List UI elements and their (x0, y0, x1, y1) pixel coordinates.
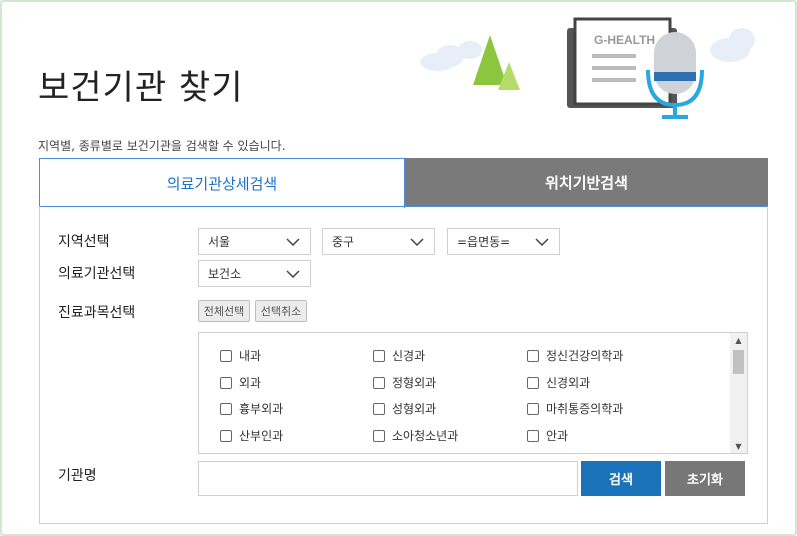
city-select-value: 서울 (208, 235, 231, 249)
district-select-value: 중구 (332, 235, 355, 249)
chevron-down-icon (286, 270, 300, 279)
department-label-text: 소아청소년과 (392, 429, 459, 443)
checkbox-icon (373, 376, 385, 389)
department-label-text: 신경외과 (546, 376, 591, 390)
scroll-up-icon[interactable]: ▲ (730, 333, 747, 347)
department-label-text: 외과 (239, 376, 262, 390)
department-checkbox[interactable]: 산부인과 (220, 427, 283, 444)
department-checkbox[interactable]: 외과 (220, 374, 261, 391)
chevron-down-icon (286, 238, 300, 247)
checkbox-icon (220, 349, 232, 362)
department-label-text: 성형외과 (392, 402, 437, 416)
department-label-text: 산부인과 (239, 429, 284, 443)
department-checkbox[interactable]: 소아청소년과 (373, 427, 458, 444)
chevron-down-icon (535, 238, 549, 247)
department-label-text: 정신건강의학과 (546, 349, 624, 363)
region-label: 지역선택 (58, 234, 110, 250)
reset-button[interactable]: 초기화 (665, 461, 745, 496)
department-checkbox[interactable]: 내과 (220, 347, 261, 364)
town-select-value: =읍면동= (457, 235, 511, 249)
department-label-text: 흉부외과 (239, 402, 284, 416)
chevron-down-icon (410, 238, 424, 247)
checkbox-icon (527, 376, 539, 389)
checkbox-icon (373, 429, 385, 442)
checkbox-icon (220, 429, 232, 442)
cloud-icon (710, 28, 755, 62)
tree-icon (473, 35, 520, 90)
department-checkbox[interactable]: 정신건강의학과 (527, 347, 623, 364)
department-label-text: 안과 (546, 429, 569, 443)
name-label: 기관명 (58, 468, 97, 484)
institution-type-select-value: 보건소 (208, 267, 242, 281)
checkbox-icon (527, 429, 539, 442)
g-health-text: G-HEALTH (594, 33, 655, 47)
checkbox-icon (527, 349, 539, 362)
page-title: 보건기관 찾기 (38, 68, 244, 108)
tab-detail-search[interactable]: 의료기관상세검색 (39, 158, 405, 208)
list-scrollbar[interactable]: ▲ ▼ (730, 333, 747, 453)
district-select[interactable]: 중구 (322, 228, 435, 255)
town-select[interactable]: =읍면동= (447, 228, 560, 255)
select-all-button[interactable]: 전체선택 (198, 300, 250, 322)
checkbox-icon (527, 402, 539, 415)
scroll-thumb[interactable] (733, 350, 744, 374)
institution-label: 의료기관선택 (58, 266, 136, 282)
department-checkbox[interactable]: 안과 (527, 427, 568, 444)
department-checkbox[interactable]: 신경외과 (527, 374, 590, 391)
scroll-down-icon[interactable]: ▼ (730, 439, 747, 453)
tab-location-search[interactable]: 위치기반검색 (405, 158, 768, 207)
institution-type-select[interactable]: 보건소 (198, 260, 311, 287)
department-checkbox[interactable]: 흉부외과 (220, 400, 283, 417)
department-list: 내과 신경과 정신건강의학과 외과 정형외과 신경외과 흉부외과 성형외과 마취… (198, 332, 748, 454)
department-checkbox[interactable]: 정형외과 (373, 374, 436, 391)
checkbox-icon (220, 376, 232, 389)
deselect-all-button[interactable]: 선택취소 (255, 300, 307, 322)
search-button[interactable]: 검색 (581, 461, 661, 496)
search-tabs: 의료기관상세검색 위치기반검색 (39, 158, 768, 208)
checkbox-icon (373, 349, 385, 362)
checkbox-icon (373, 402, 385, 415)
institution-name-input[interactable] (198, 461, 578, 496)
department-checkbox[interactable]: 성형외과 (373, 400, 436, 417)
header-illustration: G-HEALTH (420, 17, 755, 119)
department-label-text: 마취통증의학과 (546, 402, 624, 416)
department-label-text: 정형외과 (392, 376, 437, 390)
checkbox-icon (220, 402, 232, 415)
city-select[interactable]: 서울 (198, 228, 311, 255)
department-label-text: 신경과 (392, 349, 426, 363)
department-checkbox[interactable]: 신경과 (373, 347, 425, 364)
department-checkbox[interactable]: 마취통증의학과 (527, 400, 623, 417)
department-label-text: 내과 (239, 349, 262, 363)
department-label: 진료과목선택 (58, 305, 136, 321)
cloud-icon (420, 41, 482, 71)
page-subtitle: 지역별, 종류별로 보건기관을 검색할 수 있습니다. (38, 139, 286, 153)
